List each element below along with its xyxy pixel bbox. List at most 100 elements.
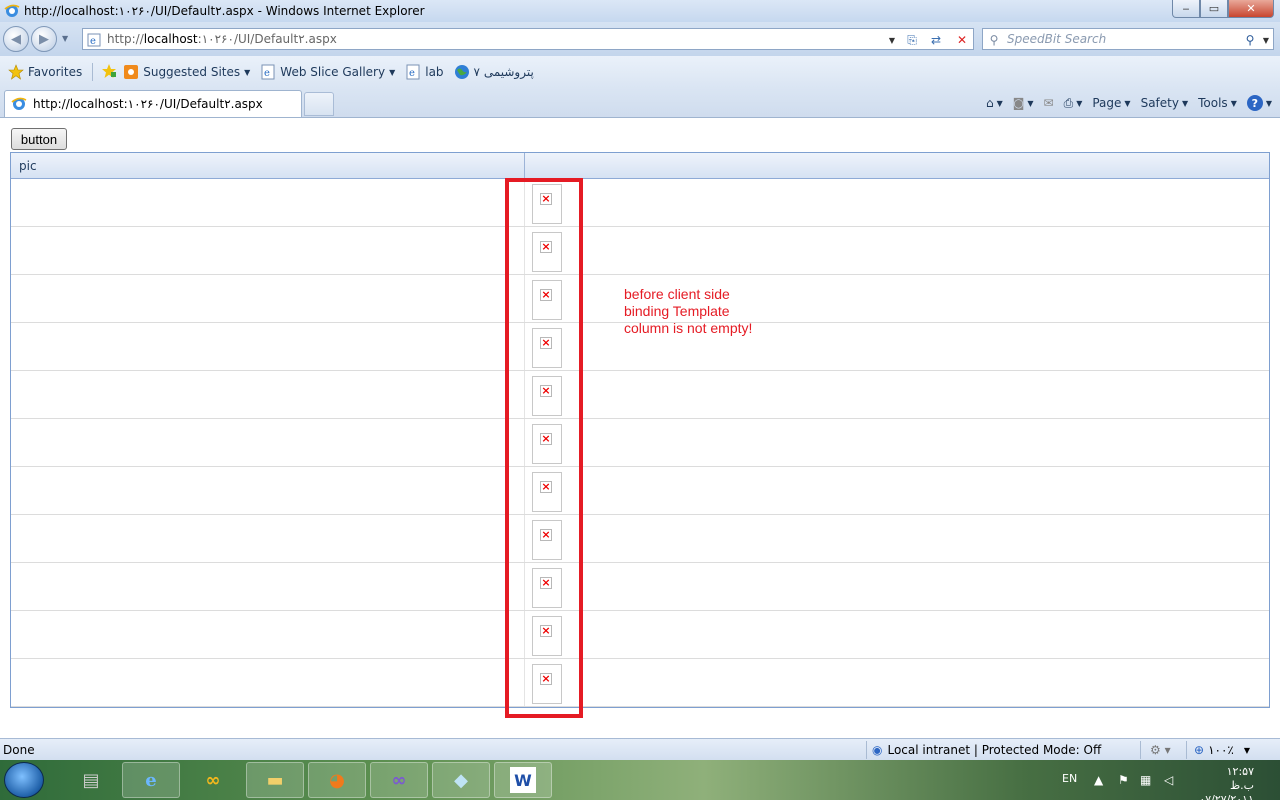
- tab-current[interactable]: http://localhost:١٠٢۶٠/UI/Default٢.aspx: [4, 90, 302, 117]
- table-row: ×: [11, 467, 1269, 515]
- ie-page-icon: e: [405, 64, 421, 80]
- svg-text:e: e: [409, 68, 415, 79]
- table-row: ×: [11, 611, 1269, 659]
- search-dropdown-icon[interactable]: ▼: [1257, 31, 1275, 49]
- show-hidden-icons[interactable]: ▲: [1094, 773, 1103, 787]
- taskbar-app-word[interactable]: W: [494, 762, 552, 798]
- taskbar-app-ie[interactable]: e: [122, 762, 180, 798]
- visual-studio-icon: ∞: [391, 769, 407, 791]
- notes-icon: ◆: [454, 769, 468, 791]
- status-bar: Done ◉ Local intranet | Protected Mode: …: [0, 738, 1280, 760]
- star-icon: [8, 64, 24, 80]
- svg-text:e: e: [264, 68, 270, 79]
- grid-header-divider: [524, 153, 525, 179]
- fav-lab[interactable]: e lab: [405, 64, 444, 80]
- fav-suggested-sites[interactable]: Suggested Sites ▼: [123, 64, 250, 80]
- title-bar: http://localhost:١٠٢۶٠/UI/Default٢.aspx …: [0, 0, 1280, 22]
- network-icon[interactable]: ▦: [1140, 773, 1151, 787]
- search-input[interactable]: ⚲ SpeedBit Search ⚲ ▼: [982, 28, 1274, 50]
- computer-icon: ▤: [82, 769, 100, 791]
- status-divider: [866, 741, 867, 759]
- svg-text:e: e: [90, 36, 96, 47]
- print-button[interactable]: ⎙ ▼: [1064, 96, 1083, 111]
- fav-web-slice-gallery[interactable]: e Web Slice Gallery ▼: [260, 64, 395, 80]
- start-button[interactable]: [4, 762, 44, 798]
- intranet-globe-icon: ◉: [872, 743, 883, 757]
- table-row: ×: [11, 563, 1269, 611]
- taskbar-app-firefox[interactable]: ◕: [308, 762, 366, 798]
- home-icon: ⌂: [985, 96, 994, 110]
- back-button[interactable]: ◀: [3, 26, 29, 52]
- help-menu[interactable]: ? ▼: [1246, 95, 1272, 111]
- status-text: Done: [3, 743, 35, 757]
- volume-muted-icon[interactable]: ◁: [1164, 773, 1173, 787]
- add-favorite-icon[interactable]: [101, 63, 117, 82]
- fav-petrochemical[interactable]: پتروشیمی ٧: [454, 64, 534, 80]
- new-tab-button[interactable]: [304, 92, 334, 116]
- chevron-down-icon: ▼: [389, 67, 396, 77]
- ie-logo-icon: [11, 97, 27, 110]
- tab-label: http://localhost:١٠٢۶٠/UI/Default٢.aspx: [33, 97, 263, 111]
- printer-icon: ⎙: [1063, 95, 1074, 110]
- grid-header-pic[interactable]: pic: [19, 159, 37, 173]
- security-zone[interactable]: ◉ Local intranet | Protected Mode: Off: [872, 743, 1101, 757]
- taskbar-app-explorer[interactable]: ▬: [246, 762, 304, 798]
- home-button[interactable]: ⌂ ▼: [986, 96, 1003, 110]
- table-row: ×: [11, 515, 1269, 563]
- taskbar-app-speedbit[interactable]: ∞: [184, 762, 242, 798]
- search-placeholder: SpeedBit Search: [1007, 32, 1107, 46]
- stop-icon[interactable]: ✕: [953, 31, 971, 49]
- favorites-button[interactable]: Favorites: [8, 64, 82, 80]
- search-engine-icon: ⚲: [989, 33, 999, 47]
- minimize-button[interactable]: ‒: [1172, 0, 1200, 18]
- address-row: ◀ ▶ ▼ e http://localhost:١٠٢۶٠/UI/Defaul…: [0, 22, 1280, 56]
- taskbar-app-notes[interactable]: ◆: [432, 762, 490, 798]
- read-mail-button[interactable]: ✉: [1044, 96, 1054, 110]
- safety-menu[interactable]: Safety ▼: [1141, 96, 1189, 110]
- taskbar-app-utility[interactable]: ▤: [62, 762, 120, 798]
- table-row: ×: [11, 179, 1269, 227]
- globe-icon: [454, 64, 470, 80]
- data-grid: pic × × × × × × × × × × ×: [10, 152, 1270, 708]
- tab-row: http://localhost:١٠٢۶٠/UI/Default٢.aspx …: [0, 88, 1280, 118]
- zoom-icon: ⊕: [1194, 743, 1205, 757]
- chevron-down-icon: ▼: [244, 67, 251, 77]
- close-button[interactable]: ✕: [1228, 0, 1274, 18]
- table-row: ×: [11, 227, 1269, 275]
- address-bar[interactable]: e http://localhost:١٠٢۶٠/UI/Default٢.asp…: [82, 28, 974, 50]
- ie-logo-icon: [4, 4, 20, 17]
- favorites-bar: Favorites Suggested Sites ▼ e Web Slice …: [0, 56, 1280, 88]
- grid-header: pic: [11, 153, 1269, 179]
- favorites-divider: [92, 63, 94, 81]
- protected-mode-icon[interactable]: ⚙ ▾: [1150, 743, 1171, 757]
- clock[interactable]: ١٢:۵٧ ب.ظ ٠٧/٢٧/٢٠١١: [1199, 765, 1254, 807]
- action-center-icon[interactable]: ⚑: [1118, 773, 1129, 787]
- status-divider: [1186, 741, 1187, 759]
- address-url: http://localhost:١٠٢۶٠/UI/Default٢.aspx: [107, 32, 337, 46]
- page-button[interactable]: button: [11, 128, 67, 150]
- ie-page-icon: e: [85, 31, 103, 49]
- feeds-button[interactable]: ◙ ▼: [1013, 96, 1034, 110]
- page-content: button pic × × × × × × × × × × × before client sid…: [0, 119, 1280, 738]
- address-dropdown-icon[interactable]: ▼: [883, 31, 901, 49]
- history-dropdown-icon[interactable]: ▼: [62, 34, 68, 43]
- maximize-button[interactable]: ▭: [1200, 0, 1228, 18]
- folder-icon: ▬: [266, 769, 284, 791]
- mail-icon: ✉: [1043, 96, 1054, 110]
- ie-page-icon: e: [260, 64, 276, 80]
- table-row: ×: [11, 659, 1269, 707]
- taskbar-app-visual-studio[interactable]: ∞: [370, 762, 428, 798]
- zoom-control[interactable]: ⊕ ١٠٠٪ ▼: [1194, 743, 1250, 757]
- suggested-sites-icon: [123, 64, 139, 80]
- ie-logo-icon: e: [145, 769, 157, 791]
- compatibility-view-icon[interactable]: ⎘: [903, 31, 921, 49]
- forward-arrow-icon: ▶: [39, 31, 49, 47]
- language-indicator[interactable]: EN: [1062, 772, 1077, 785]
- refresh-icon[interactable]: ⇄: [927, 31, 945, 49]
- highlight-annotation-box: [505, 178, 583, 718]
- page-menu[interactable]: Page ▼: [1092, 96, 1130, 110]
- tools-menu[interactable]: Tools ▼: [1198, 96, 1237, 110]
- speedbit-icon: ∞: [205, 769, 221, 791]
- forward-button[interactable]: ▶: [31, 26, 57, 52]
- taskbar: ▤ e ∞ ▬ ◕ ∞ ◆ W EN ▲ ⚑ ▦ ◁ ١٢:۵٧ ب.ظ ٠٧/…: [0, 760, 1280, 806]
